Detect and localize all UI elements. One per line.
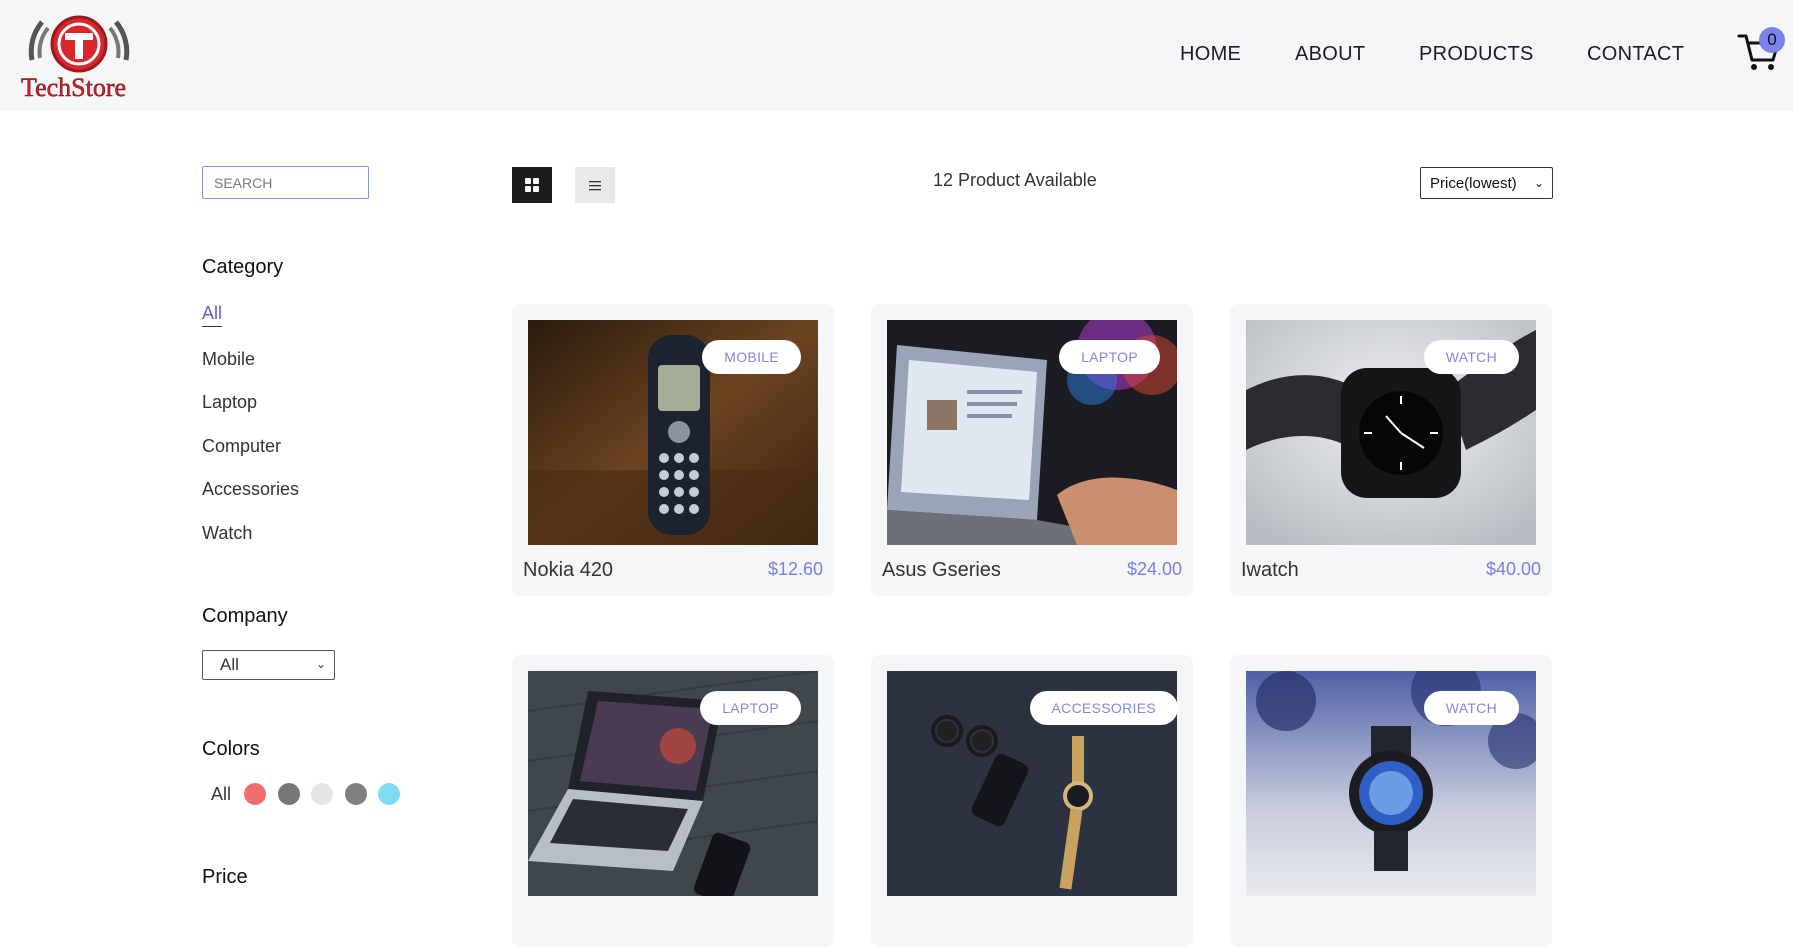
cart-count-badge: 0 bbox=[1759, 27, 1785, 53]
chevron-down-icon: ⌄ bbox=[1533, 176, 1544, 190]
colors-heading: Colors bbox=[202, 738, 260, 760]
product-card[interactable]: WATCH bbox=[1230, 655, 1552, 947]
product-count: 12 Product Available bbox=[933, 170, 1097, 190]
category-badge: LAPTOP bbox=[700, 691, 801, 725]
company-select-value: All bbox=[220, 655, 239, 674]
svg-text:TechStore: TechStore bbox=[21, 73, 126, 102]
category-badge: MOBILE bbox=[702, 340, 801, 374]
price-heading: Price bbox=[202, 866, 248, 888]
category-badge: LAPTOP bbox=[1059, 340, 1160, 374]
product-card[interactable]: ACCESSORIES bbox=[871, 655, 1193, 947]
color-swatch[interactable] bbox=[244, 783, 266, 805]
category-item-computer[interactable]: Computer bbox=[202, 436, 281, 457]
grid-icon bbox=[525, 178, 539, 192]
list-view-button[interactable] bbox=[575, 167, 615, 203]
grid-view-button[interactable] bbox=[512, 167, 552, 203]
nav-about-link[interactable]: ABOUT bbox=[1295, 43, 1365, 66]
company-select[interactable]: All ⌄ bbox=[202, 650, 335, 680]
search-input[interactable] bbox=[202, 166, 369, 199]
product-name: Asus Gseries bbox=[882, 559, 1001, 581]
site-header: TechStore HOME ABOUT PRODUCTS CONTACT 0 bbox=[0, 0, 1793, 111]
product-name: Nokia 420 bbox=[523, 559, 614, 581]
nav-products-link[interactable]: PRODUCTS bbox=[1419, 43, 1534, 66]
category-item-all[interactable]: All bbox=[202, 303, 223, 327]
techstore-logo[interactable]: TechStore bbox=[18, 8, 140, 102]
category-badge: ACCESSORIES bbox=[1029, 691, 1178, 725]
nav-contact-link[interactable]: CONTACT bbox=[1587, 43, 1684, 66]
color-filter-all[interactable]: All bbox=[211, 784, 231, 805]
product-card[interactable]: WATCH Iwatch $40.00 bbox=[1230, 304, 1552, 596]
sort-select-value: Price(lowest) bbox=[1430, 175, 1517, 192]
color-swatch[interactable] bbox=[345, 783, 367, 805]
company-heading: Company bbox=[202, 605, 288, 627]
product-price: $12.60 bbox=[767, 559, 823, 579]
product-price: $40.00 bbox=[1485, 559, 1541, 579]
product-card[interactable]: MOBILE Nokia 420 $12.60 bbox=[512, 304, 834, 596]
product-card[interactable]: LAPTOP Asus Gseries $24.00 bbox=[871, 304, 1193, 596]
category-badge: WATCH bbox=[1423, 340, 1519, 374]
category-item-laptop[interactable]: Laptop bbox=[202, 392, 257, 413]
color-swatch[interactable] bbox=[311, 783, 333, 805]
list-icon bbox=[589, 181, 601, 191]
category-item-mobile[interactable]: Mobile bbox=[202, 349, 255, 370]
chevron-down-icon: ⌄ bbox=[315, 657, 326, 671]
category-item-watch[interactable]: Watch bbox=[202, 523, 252, 544]
color-swatch[interactable] bbox=[278, 783, 300, 805]
nav-home-link[interactable]: HOME bbox=[1180, 43, 1241, 66]
product-price: $24.00 bbox=[1126, 559, 1182, 579]
sort-select[interactable]: Price(lowest) ⌄ bbox=[1420, 167, 1553, 199]
category-heading: Category bbox=[202, 256, 284, 278]
category-item-accessories[interactable]: Accessories bbox=[202, 479, 299, 500]
product-card[interactable]: LAPTOP bbox=[512, 655, 834, 947]
category-badge: WATCH bbox=[1423, 691, 1519, 725]
color-swatch[interactable] bbox=[378, 783, 400, 805]
product-name: Iwatch bbox=[1241, 559, 1299, 581]
